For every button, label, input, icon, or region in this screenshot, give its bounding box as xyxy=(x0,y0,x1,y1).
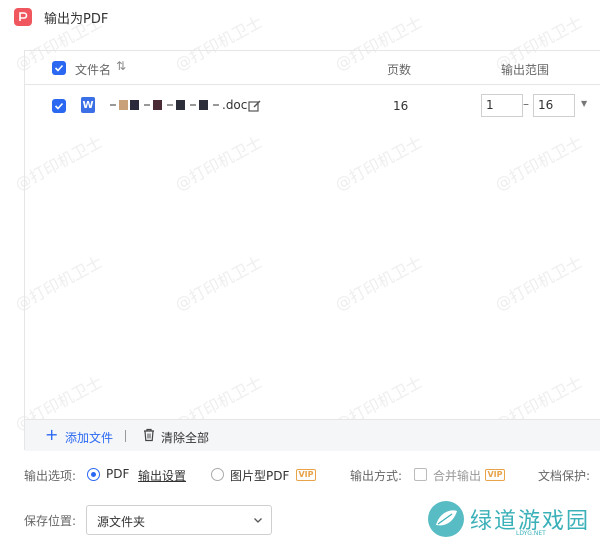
redacted-text xyxy=(167,104,173,106)
save-location-value: 源文件夹 xyxy=(97,515,146,529)
vip-badge: VIP xyxy=(485,469,505,481)
file-list-panel: 文件名 ⇅ 页数 输出范围 W .doc 16 1 – 16 ▼ + 添加文件 … xyxy=(24,50,600,451)
header-range: 输出范围 xyxy=(501,63,550,77)
clear-all-button[interactable]: 清除全部 xyxy=(161,429,209,446)
range-dash: – xyxy=(523,97,529,111)
image-pdf-label[interactable]: 图片型PDF xyxy=(230,467,289,484)
output-settings-link[interactable]: 输出设置 xyxy=(138,467,186,484)
pdf-app-icon xyxy=(14,8,32,26)
list-footer: + 添加文件 清除全部 xyxy=(25,419,600,451)
pdf-radio[interactable] xyxy=(87,468,100,481)
range-to-input[interactable]: 16 xyxy=(533,94,575,117)
redacted-text xyxy=(190,104,196,106)
window-title: 输出为PDF xyxy=(44,12,109,27)
redacted-block xyxy=(119,100,128,110)
save-location-label: 保存位置: xyxy=(24,514,77,528)
trash-icon[interactable] xyxy=(142,428,156,442)
sort-icon[interactable]: ⇅ xyxy=(116,59,126,73)
leaf-logo-icon xyxy=(428,501,464,537)
brand-logo: 绿道游戏园 LDYG.NET xyxy=(426,497,600,545)
title-bar: 输出为PDF xyxy=(0,0,600,34)
redacted-text xyxy=(213,104,219,106)
range-from-input[interactable]: 1 xyxy=(481,94,523,117)
redacted-block xyxy=(153,100,162,110)
redacted-block xyxy=(130,100,139,110)
redacted-text xyxy=(110,104,116,106)
select-all-checkbox[interactable] xyxy=(52,61,66,75)
redacted-text xyxy=(144,104,150,106)
vip-badge: VIP xyxy=(296,469,316,481)
word-file-icon: W xyxy=(81,97,95,113)
doc-protect-label: 文档保护: xyxy=(538,469,591,483)
output-options-label: 输出选项: xyxy=(24,469,77,483)
table-header: 文件名 ⇅ 页数 输出范围 xyxy=(25,51,600,85)
chevron-down-icon xyxy=(254,518,262,523)
page-count: 16 xyxy=(393,99,409,113)
header-filename[interactable]: 文件名 xyxy=(75,61,111,78)
table-row: W .doc 16 1 – 16 ▼ xyxy=(25,89,600,125)
divider xyxy=(125,430,126,442)
row-checkbox[interactable] xyxy=(52,99,66,113)
brand-sub: LDYG.NET xyxy=(516,530,546,537)
caret-down-icon[interactable]: ▼ xyxy=(581,99,587,108)
plus-icon[interactable]: + xyxy=(45,426,58,444)
add-file-button[interactable]: 添加文件 xyxy=(65,429,113,446)
redacted-block xyxy=(176,100,185,110)
header-pages: 页数 xyxy=(387,63,412,77)
file-extension: .doc xyxy=(222,98,248,112)
image-pdf-radio[interactable] xyxy=(211,468,224,481)
merge-output-checkbox[interactable] xyxy=(414,468,427,481)
output-mode-label: 输出方式: xyxy=(350,469,403,483)
redacted-block xyxy=(199,100,208,110)
edit-icon[interactable] xyxy=(248,99,262,113)
file-name: .doc xyxy=(107,98,247,112)
pdf-radio-label[interactable]: PDF xyxy=(106,467,129,481)
save-location-select[interactable]: 源文件夹 xyxy=(86,505,272,535)
merge-output-label[interactable]: 合并输出 xyxy=(433,467,481,484)
